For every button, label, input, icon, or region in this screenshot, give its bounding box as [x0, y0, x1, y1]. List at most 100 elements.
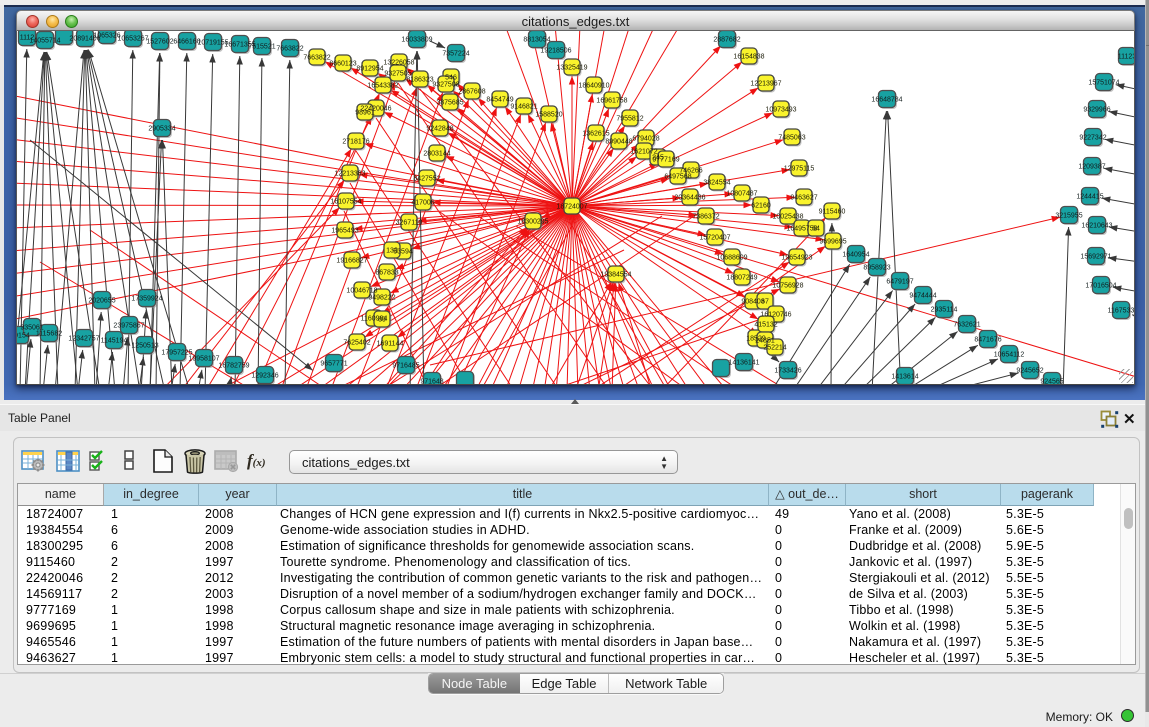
- svg-text:2935114: 2935114: [931, 307, 958, 314]
- svg-text:10025438: 10025438: [772, 214, 803, 221]
- svg-text:8660123: 8660123: [329, 61, 356, 68]
- svg-text:2718176: 2718176: [342, 139, 369, 146]
- svg-text:1965493: 1965493: [331, 228, 358, 235]
- svg-text:9115460: 9115460: [819, 209, 846, 216]
- svg-text:9329966: 9329966: [1083, 107, 1110, 114]
- svg-text:16154838: 16154838: [733, 54, 764, 61]
- svg-text:9777169: 9777169: [652, 157, 679, 164]
- svg-text:3267110: 3267110: [396, 220, 423, 227]
- svg-text:10973493: 10973493: [765, 107, 796, 114]
- svg-text:9699695: 9699695: [819, 239, 846, 246]
- svg-text:8912954: 8912954: [356, 66, 383, 73]
- svg-text:14055714: 14055714: [29, 38, 60, 45]
- svg-text:1244415: 1244415: [1076, 194, 1103, 201]
- svg-text:19958107: 19958107: [188, 356, 219, 363]
- svg-text:10654112: 10654112: [994, 352, 1025, 359]
- svg-text:1167533: 1167533: [1108, 308, 1134, 315]
- svg-text:6479197: 6479197: [886, 279, 913, 286]
- svg-text:7632621: 7632621: [953, 322, 980, 329]
- svg-text:924565: 924565: [1040, 379, 1063, 385]
- svg-text:8454749: 8454749: [486, 97, 513, 104]
- svg-text:7357224: 7357224: [442, 51, 469, 58]
- svg-text:16782759: 16782759: [218, 363, 249, 370]
- svg-text:252214: 252214: [763, 345, 786, 352]
- svg-text:9498222: 9498222: [368, 295, 395, 302]
- svg-text:89: 89: [378, 317, 386, 324]
- svg-text:8958923: 8958923: [863, 265, 890, 272]
- svg-text:9146821: 9146821: [510, 104, 537, 111]
- svg-text:2803144: 2803144: [423, 151, 450, 158]
- svg-text:2020655: 2020655: [88, 298, 115, 305]
- svg-text:8186323: 8186323: [406, 77, 433, 84]
- svg-text:9474444: 9474444: [909, 293, 936, 300]
- svg-text:19654923: 19654923: [781, 255, 812, 262]
- svg-text:2867608: 2867608: [458, 89, 485, 96]
- svg-text:9227342: 9227342: [1079, 135, 1106, 142]
- svg-text:133: 133: [386, 248, 398, 255]
- svg-text:1250513: 1250513: [131, 343, 158, 350]
- svg-text:546: 546: [445, 75, 457, 82]
- svg-text:1115682: 1115682: [36, 331, 62, 338]
- svg-text:12213967: 12213967: [750, 81, 781, 88]
- svg-text:9716485: 9716485: [392, 363, 419, 370]
- svg-text:8427552: 8427552: [413, 176, 440, 183]
- svg-text:14136141: 14136141: [728, 360, 759, 367]
- svg-text:3215955: 3215955: [1055, 213, 1082, 220]
- svg-text:64: 64: [812, 226, 820, 233]
- svg-text:39154: 39154: [17, 333, 30, 340]
- svg-text:2905334: 2905334: [148, 126, 175, 133]
- svg-text:1362615: 1362615: [582, 131, 609, 138]
- svg-text:6794028: 6794028: [632, 136, 659, 143]
- svg-text:9242848: 9242848: [426, 126, 453, 133]
- svg-text:24851: 24851: [755, 338, 775, 345]
- svg-text:62160: 62160: [751, 203, 771, 210]
- svg-text:19166827: 19166827: [336, 258, 367, 265]
- svg-text:7663822: 7663822: [303, 55, 330, 62]
- svg-text:9657771: 9657771: [320, 361, 347, 368]
- svg-text:7386372: 7386372: [692, 214, 719, 221]
- svg-text:8990448: 8990448: [605, 139, 632, 146]
- svg-text:16543382: 16543382: [367, 83, 398, 90]
- svg-text:1588520: 1588520: [535, 112, 562, 119]
- svg-text:8813054: 8813054: [523, 37, 550, 44]
- svg-text:18807249: 18807249: [726, 275, 757, 282]
- svg-text:1733426: 1733426: [774, 368, 801, 375]
- svg-text:20364436: 20364436: [674, 195, 705, 202]
- svg-text:12213383: 12213383: [334, 171, 365, 178]
- svg-text:9463627: 9463627: [790, 195, 817, 202]
- svg-text:7955812: 7955812: [616, 116, 643, 123]
- svg-text:18300295: 18300295: [517, 219, 548, 226]
- svg-text:13226058: 13226058: [383, 60, 414, 67]
- svg-text:10046718: 10046718: [346, 288, 377, 295]
- svg-text:15720407: 15720407: [699, 235, 730, 242]
- svg-text:67: 67: [761, 299, 769, 306]
- svg-text:10653267: 10653267: [117, 36, 148, 43]
- svg-text:19384554: 19384554: [600, 272, 631, 279]
- svg-text:17359924: 17359924: [131, 296, 162, 303]
- svg-text:15751074: 15751074: [1088, 80, 1119, 87]
- svg-text:16120746: 16120746: [760, 312, 791, 319]
- svg-text:1527602: 1527602: [146, 39, 173, 46]
- svg-text:98961: 98961: [355, 110, 375, 117]
- svg-text:12975115: 12975115: [784, 166, 815, 173]
- svg-text:7485063: 7485063: [778, 135, 805, 142]
- svg-text:9327508: 9327508: [432, 82, 459, 89]
- svg-text:11123: 11123: [1118, 54, 1134, 61]
- svg-text:2887682: 2887682: [713, 37, 740, 44]
- svg-text:415132: 415132: [754, 322, 777, 329]
- svg-text:1691144: 1691144: [377, 341, 404, 348]
- svg-text:7625402: 7625402: [343, 340, 370, 347]
- svg-text:12342757: 12342757: [68, 336, 99, 343]
- svg-text:1145194: 1145194: [101, 338, 128, 345]
- svg-text:8471676: 8471676: [974, 337, 1001, 344]
- svg-text:6497568: 6497568: [664, 174, 691, 181]
- svg-text:16107554: 16107554: [330, 199, 361, 206]
- svg-text:13325419: 13325419: [556, 65, 587, 72]
- svg-text:1640954: 1640954: [842, 252, 869, 259]
- svg-text:7663822: 7663822: [276, 46, 303, 53]
- svg-text:7515521: 7515521: [248, 44, 275, 51]
- svg-text:17016504: 17016504: [1085, 283, 1116, 290]
- svg-text:16648784: 16648784: [871, 97, 902, 104]
- svg-text:867833: 867833: [375, 270, 398, 277]
- svg-text:16210643: 16210643: [1081, 223, 1112, 230]
